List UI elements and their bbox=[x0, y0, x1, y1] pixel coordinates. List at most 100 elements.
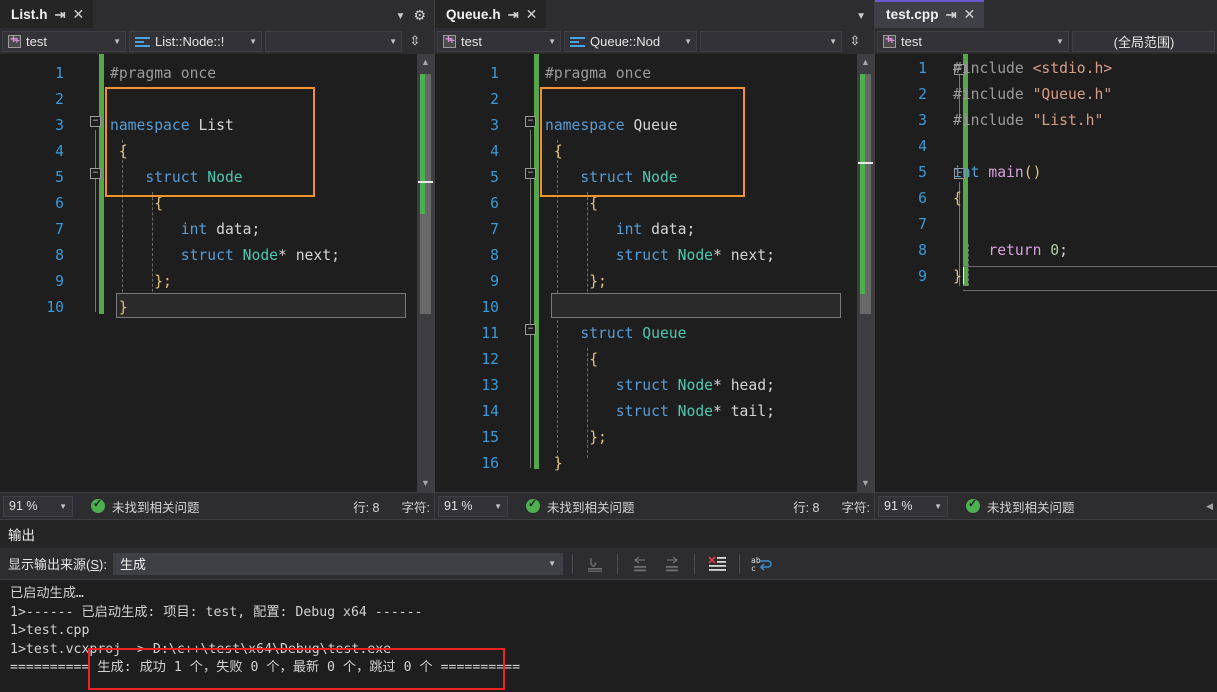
code-line: 15 }; bbox=[435, 425, 874, 451]
code-text-test-cpp[interactable]: 1 #include <stdio.h> 2 #include "Queue.h" 3 #… bbox=[875, 54, 1217, 492]
member-dropdown[interactable]: ▼ bbox=[265, 30, 402, 52]
navigation-bar-queue-h: test ▼ Queue::Nod ▼ ▼ ⇳ bbox=[435, 28, 874, 54]
zoom-level-dropdown[interactable]: 91 % ▼ bbox=[3, 495, 73, 517]
code-text-queue-h[interactable]: 1 #pragma once 2 3 namespace Queue 4 {5 struc… bbox=[435, 54, 874, 492]
code-line: 12 { bbox=[435, 347, 874, 373]
close-icon[interactable]: ✕ bbox=[526, 7, 538, 21]
line-number: 4 bbox=[55, 143, 64, 160]
code-line: 6 { bbox=[0, 191, 434, 217]
project-name: test bbox=[461, 33, 482, 49]
code-area-queue-h[interactable]: − − − 1 #pragma once 2 3 namespace Queue 4 {5… bbox=[435, 54, 874, 492]
member-dropdown[interactable]: ▼ bbox=[700, 30, 842, 52]
code-line: 9 }; bbox=[435, 269, 874, 295]
line-content: } bbox=[545, 455, 563, 472]
line-number: 9 bbox=[918, 268, 927, 285]
issue-status-text: 未找到相关问题 bbox=[987, 500, 1075, 515]
line-number: 14 bbox=[481, 403, 499, 420]
line-number: 13 bbox=[481, 377, 499, 394]
editor-pane-test-cpp: test.cpp ⇥ ✕ test ▼ (全局范围) bbox=[875, 0, 1217, 519]
code-line: 8 struct Node* next; bbox=[0, 243, 434, 269]
line-number: 5 bbox=[918, 164, 927, 181]
chevron-left-icon[interactable]: ◀ bbox=[1206, 501, 1213, 512]
pin-icon[interactable]: ⇥ bbox=[946, 8, 957, 21]
gear-icon[interactable]: ⚙ bbox=[413, 7, 434, 28]
line-content: struct Queue bbox=[545, 325, 687, 342]
line-content: int main() bbox=[953, 164, 1042, 181]
find-message-source-icon[interactable] bbox=[582, 552, 608, 576]
split-view-icon[interactable]: ⇳ bbox=[407, 32, 423, 50]
chevron-down-icon: ▼ bbox=[1056, 36, 1064, 46]
output-text[interactable]: 已启动生成… 1>------ 已启动生成: 项目: test, 配置: Deb… bbox=[0, 580, 1217, 692]
scroll-down-arrow-icon[interactable]: ▼ bbox=[857, 475, 874, 492]
zoom-level-dropdown[interactable]: 91 % ▼ bbox=[878, 495, 948, 517]
check-circle-icon bbox=[526, 497, 540, 513]
close-icon[interactable]: ✕ bbox=[963, 7, 975, 21]
chevron-down-icon[interactable]: ▼ bbox=[856, 11, 874, 28]
code-line: 1 #pragma once bbox=[0, 61, 434, 87]
scroll-up-arrow-icon[interactable]: ▲ bbox=[857, 54, 874, 71]
scope-dropdown[interactable]: (全局范围) bbox=[1071, 30, 1215, 52]
caret-position-marker bbox=[418, 181, 433, 183]
scope-dropdown[interactable]: Queue::Nod ▼ bbox=[564, 30, 697, 52]
chevron-down-icon: ▼ bbox=[548, 559, 556, 568]
clear-all-icon[interactable] bbox=[704, 552, 730, 576]
output-toolbar: 显示输出来源(S): 生成 ▼ ab c bbox=[0, 548, 1217, 580]
toggle-word-wrap-icon[interactable]: ab c bbox=[749, 552, 775, 576]
line-content: }; bbox=[545, 273, 607, 290]
code-line: 5 struct Node bbox=[435, 165, 874, 191]
line-content: { bbox=[545, 143, 563, 160]
code-text-list-h[interactable]: 1 #pragma once 2 3 namespace List 4 {5 struct… bbox=[0, 54, 434, 492]
line-content: struct Node* next; bbox=[615, 247, 775, 264]
status-overflow[interactable]: ◀ bbox=[1206, 501, 1213, 512]
code-line: 16 } bbox=[435, 451, 874, 477]
project-name: test bbox=[26, 33, 47, 49]
scroll-up-arrow-icon[interactable]: ▲ bbox=[417, 54, 434, 71]
line-number: 4 bbox=[918, 138, 927, 155]
line-number: 9 bbox=[55, 273, 64, 290]
project-dropdown[interactable]: test ▼ bbox=[2, 30, 126, 52]
line-content: } bbox=[953, 267, 964, 285]
go-to-previous-message-icon[interactable] bbox=[627, 552, 653, 576]
toolbar-separator bbox=[739, 553, 740, 574]
tab-queue-h[interactable]: Queue.h ⇥ ✕ bbox=[435, 0, 547, 28]
tab-test-cpp[interactable]: test.cpp ⇥ ✕ bbox=[875, 0, 985, 28]
navigation-bar-test-cpp: test ▼ (全局范围) bbox=[875, 28, 1217, 54]
scope-name: (全局范围) bbox=[1113, 34, 1175, 50]
line-content: #include <stdio.h> bbox=[953, 60, 1113, 77]
visual-studio-window: List.h ⇥ ✕ ▼ ⚙ test ▼ bbox=[0, 0, 1217, 692]
tab-title: Queue.h bbox=[446, 6, 501, 22]
zoom-level-dropdown[interactable]: 91 % ▼ bbox=[438, 495, 508, 517]
project-dropdown[interactable]: test ▼ bbox=[437, 30, 561, 52]
pin-icon[interactable]: ⇥ bbox=[508, 8, 519, 21]
vertical-scrollbar-queue-h[interactable]: ▲ ▼ bbox=[857, 54, 874, 492]
project-dropdown[interactable]: test ▼ bbox=[877, 30, 1069, 52]
line-number: 6 bbox=[490, 195, 499, 212]
code-area-test-cpp[interactable]: − − 1 #include <stdio.h> 2 #include "Queue.… bbox=[875, 54, 1217, 492]
output-source-value: 生成 bbox=[120, 557, 147, 572]
pin-icon[interactable]: ⇥ bbox=[55, 8, 66, 21]
line-number: 10 bbox=[46, 299, 64, 316]
output-source-dropdown[interactable]: 生成 ▼ bbox=[113, 552, 563, 575]
scope-dropdown[interactable]: List::Node::! ▼ bbox=[129, 30, 262, 52]
code-line: 10 bbox=[435, 295, 874, 321]
code-line: 5 struct Node bbox=[0, 165, 434, 191]
split-view-icon[interactable]: ⇳ bbox=[847, 32, 863, 50]
line-content: return 0; bbox=[988, 242, 1068, 259]
editor-status-bar-queue-h: 91 % ▼ 未找到相关问题 行: 8 字符: bbox=[435, 492, 874, 519]
go-to-next-message-icon[interactable] bbox=[659, 552, 685, 576]
chevron-down-icon[interactable]: ▼ bbox=[396, 11, 414, 28]
line-number: 4 bbox=[490, 143, 499, 160]
editor-pane-queue-h: Queue.h ⇥ ✕ ▼ test ▼ bbox=[435, 0, 875, 519]
code-area-list-h[interactable]: − − 1 #pragma once 2 3 namespace List 4 {5 st… bbox=[0, 54, 434, 492]
issue-status-text: 未找到相关问题 bbox=[112, 500, 200, 515]
output-panel-title: 输出 bbox=[8, 528, 35, 543]
scroll-down-arrow-icon[interactable]: ▼ bbox=[417, 475, 434, 492]
cpp-project-icon bbox=[883, 32, 896, 48]
line-number: 7 bbox=[55, 221, 64, 238]
tab-list-h[interactable]: List.h ⇥ ✕ bbox=[0, 0, 94, 28]
line-content: struct Node bbox=[545, 169, 678, 186]
close-icon[interactable]: ✕ bbox=[73, 7, 85, 21]
editor-group-row: List.h ⇥ ✕ ▼ ⚙ test ▼ bbox=[0, 0, 1217, 519]
line-content: } bbox=[110, 299, 128, 316]
vertical-scrollbar-list-h[interactable]: ▲ ▼ bbox=[417, 54, 434, 492]
